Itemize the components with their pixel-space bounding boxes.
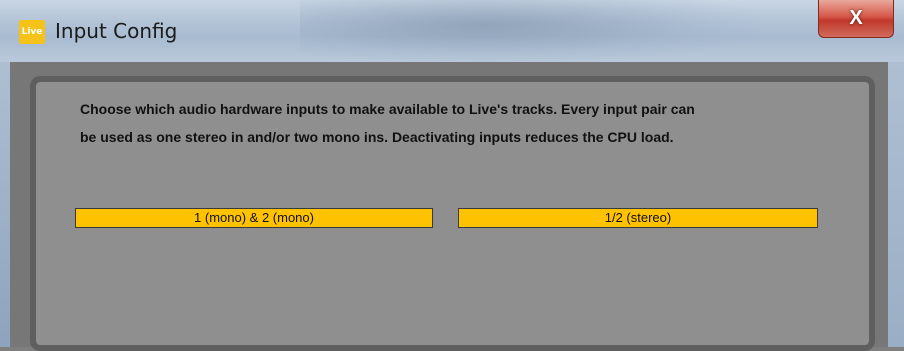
close-icon: X: [849, 7, 863, 29]
title-bar-glow: [300, 0, 760, 62]
window-title: Input Config: [55, 19, 178, 43]
input-toggle-mono-pair[interactable]: 1 (mono) & 2 (mono): [75, 208, 433, 228]
window-frame-right: [888, 62, 904, 347]
title-bar[interactable]: Live Input Config X: [0, 0, 904, 62]
close-button[interactable]: X: [818, 0, 894, 38]
input-toggle-stereo-pair[interactable]: 1/2 (stereo): [458, 208, 818, 228]
window-frame-left: [0, 62, 10, 347]
description-line-1: Choose which audio hardware inputs to ma…: [80, 101, 695, 117]
description-line-2: be used as one stereo in and/or two mono…: [80, 129, 674, 145]
app-logo-icon: Live: [19, 20, 45, 44]
description-text: Choose which audio hardware inputs to ma…: [80, 95, 850, 151]
